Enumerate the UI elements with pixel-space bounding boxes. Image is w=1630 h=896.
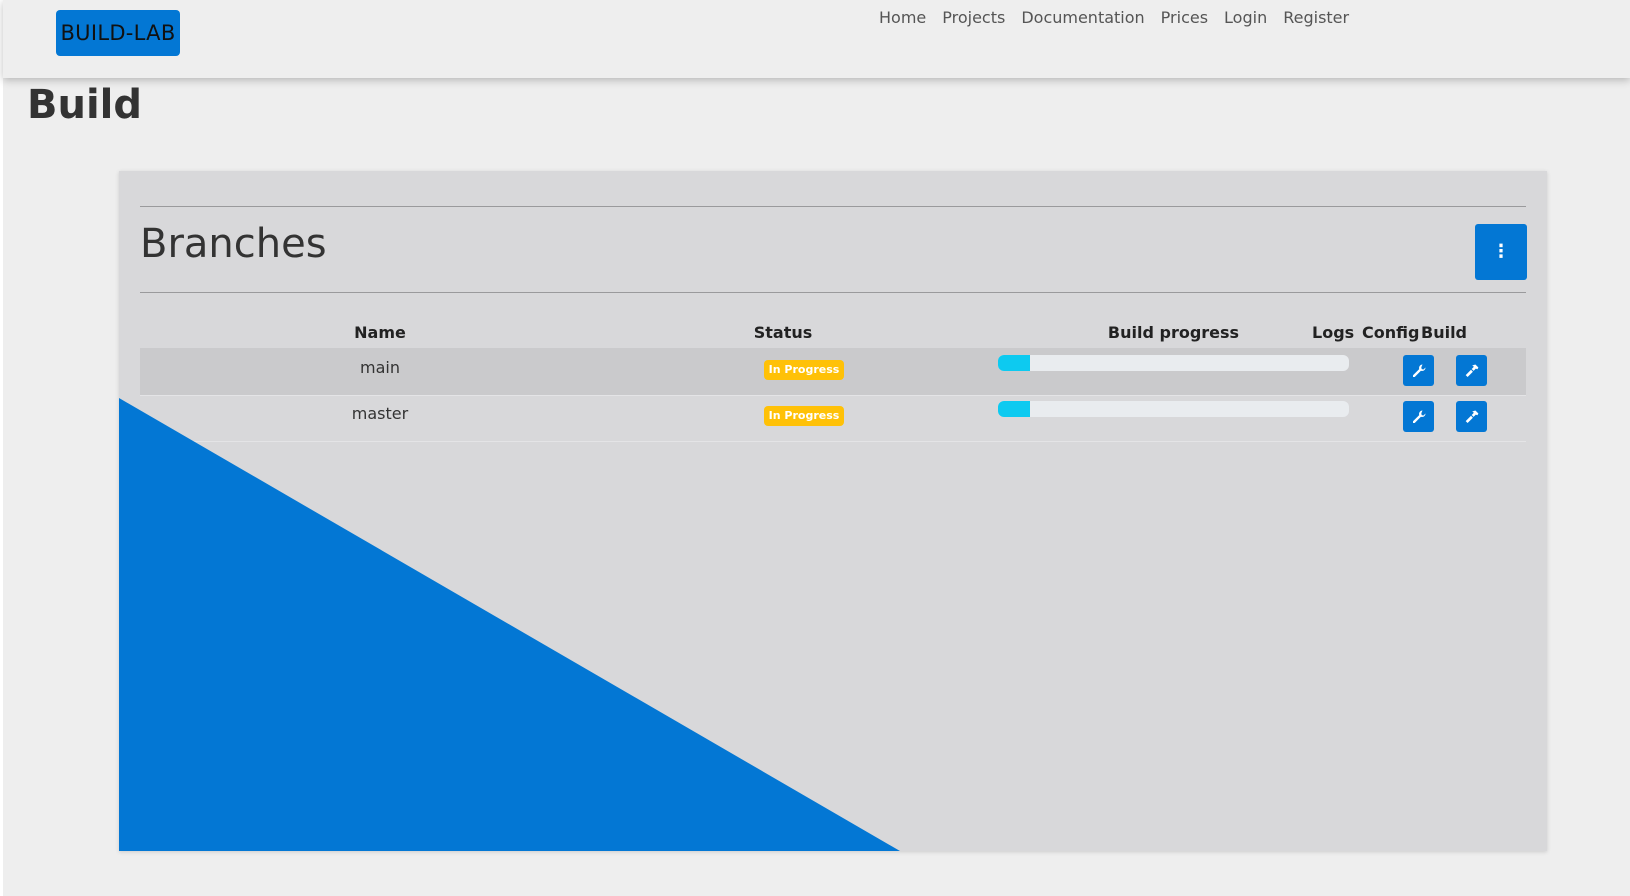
build-button[interactable] xyxy=(1456,355,1487,386)
hammer-icon xyxy=(1465,364,1478,377)
main-nav: Home Projects Documentation Prices Login… xyxy=(879,8,1349,30)
page-edge xyxy=(0,0,3,896)
column-header-name: Name xyxy=(354,323,406,342)
nav-login[interactable]: Login xyxy=(1224,8,1267,30)
divider-header xyxy=(140,292,1526,293)
table-row: main In Progress xyxy=(140,348,1526,396)
config-button[interactable] xyxy=(1403,401,1434,432)
column-header-logs: Logs xyxy=(1312,323,1355,342)
more-options-button[interactable]: ⋮ xyxy=(1475,224,1527,280)
table-row: master In Progress xyxy=(140,394,1526,442)
nav-home[interactable]: Home xyxy=(879,8,926,30)
decorative-triangle xyxy=(119,398,900,851)
branch-name: master xyxy=(351,404,409,423)
branches-card: Branches ⋮ Name Status Build progress Lo… xyxy=(119,171,1547,851)
wrench-icon xyxy=(1412,410,1425,423)
status-badge: In Progress xyxy=(764,406,844,426)
nav-register[interactable]: Register xyxy=(1283,8,1349,30)
nav-prices[interactable]: Prices xyxy=(1161,8,1208,30)
wrench-icon xyxy=(1412,364,1425,377)
column-header-build-progress: Build progress xyxy=(1107,323,1240,342)
brand-logo[interactable]: BUILD-LAB xyxy=(56,10,180,56)
page-title: Build xyxy=(27,82,143,128)
navbar: BUILD-LAB Home Projects Documentation Pr… xyxy=(3,0,1630,78)
build-button[interactable] xyxy=(1456,401,1487,432)
status-badge: In Progress xyxy=(764,360,844,380)
build-progress-bar xyxy=(998,355,1349,371)
build-progress-bar xyxy=(998,401,1349,417)
build-progress-fill xyxy=(998,355,1030,371)
nav-documentation[interactable]: Documentation xyxy=(1021,8,1144,30)
card-title: Branches xyxy=(140,221,327,267)
divider-top xyxy=(140,206,1526,207)
build-progress-fill xyxy=(998,401,1030,417)
nav-projects[interactable]: Projects xyxy=(942,8,1005,30)
hammer-icon xyxy=(1465,410,1478,423)
column-header-build: Build xyxy=(1421,323,1468,342)
vertical-ellipsis-icon: ⋮ xyxy=(1492,241,1510,262)
column-header-config: Config xyxy=(1362,323,1420,342)
config-button[interactable] xyxy=(1403,355,1434,386)
branch-name: main xyxy=(360,358,400,377)
column-header-status: Status xyxy=(753,323,813,342)
